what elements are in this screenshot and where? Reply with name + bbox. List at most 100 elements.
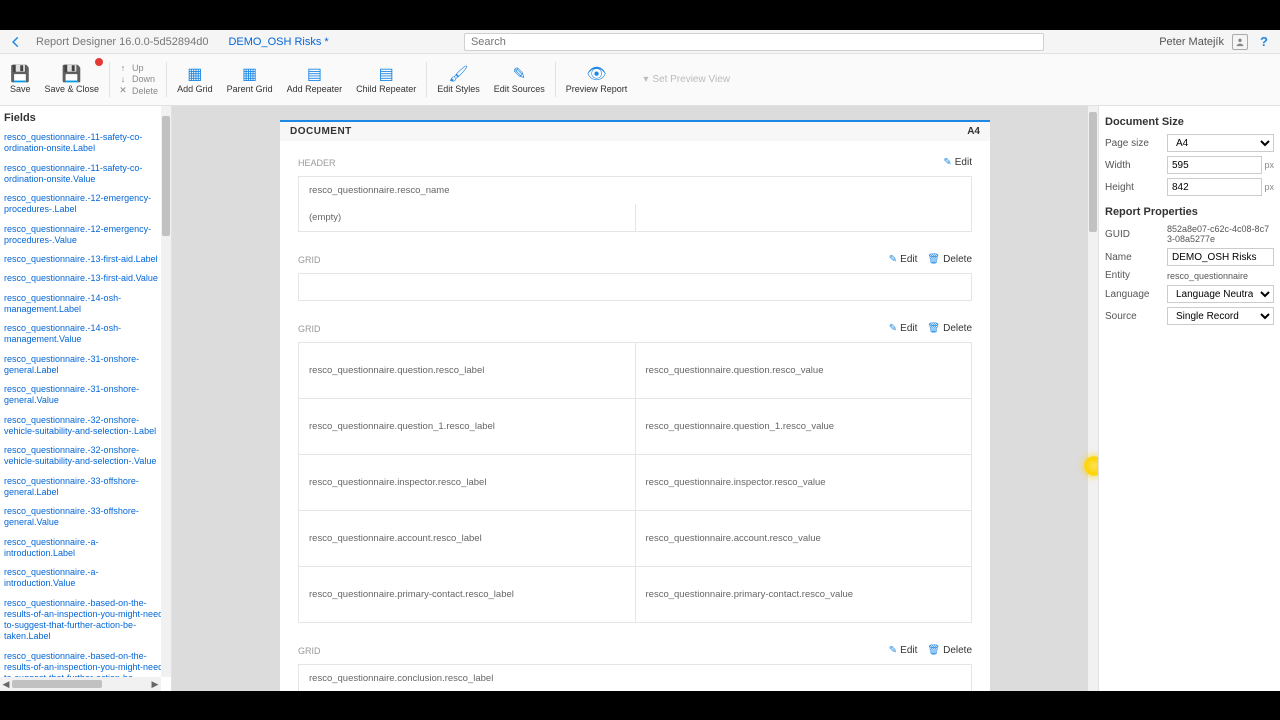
height-input[interactable] (1167, 178, 1262, 196)
grid3-cell[interactable]: resco_questionnaire.conclusion.resco_lab… (299, 665, 971, 691)
section-label-grid1: GRID (298, 255, 321, 265)
field-item[interactable]: resco_questionnaire.-a-introduction.Valu… (4, 563, 167, 594)
language-select[interactable]: Language Neutral (1167, 285, 1274, 303)
trash-icon: 🗑 (927, 323, 940, 334)
report-props-header: Report Properties (1105, 206, 1274, 218)
grid2-cell-value[interactable]: resco_questionnaire.question.resco_value (636, 343, 972, 398)
edit-sources-button[interactable]: ✎ Edit Sources (488, 56, 551, 103)
source-select[interactable]: Single Record (1167, 307, 1274, 325)
field-item[interactable]: resco_questionnaire.-31-onshore-general.… (4, 380, 167, 411)
header-block[interactable]: resco_questionnaire.resco_name (empty) (298, 176, 972, 232)
width-input[interactable] (1167, 156, 1262, 174)
field-item[interactable]: resco_questionnaire.-13-first-aid.Label (4, 250, 167, 269)
fields-panel: Fields resco_questionnaire.-11-safety-co… (0, 106, 172, 691)
field-item[interactable]: resco_questionnaire.-33-offshore-general… (4, 502, 167, 533)
grid1-delete-button[interactable]: 🗑Delete (927, 254, 972, 265)
sources-icon: ✎ (509, 64, 529, 84)
grid2-row[interactable]: resco_questionnaire.account.resco_labelr… (299, 511, 971, 567)
field-item[interactable]: resco_questionnaire.-32-onshore-vehicle-… (4, 411, 167, 442)
trash-icon: 🗑 (927, 645, 940, 656)
grid2-edit-button[interactable]: ✎Edit (889, 323, 918, 334)
fields-header: Fields (0, 106, 171, 128)
scroll-right-icon[interactable]: ▶ (149, 679, 161, 690)
header-name-cell[interactable]: resco_questionnaire.resco_name (299, 177, 971, 204)
field-item[interactable]: resco_questionnaire.-31-onshore-general.… (4, 350, 167, 381)
field-item[interactable]: resco_questionnaire.-32-onshore-vehicle-… (4, 441, 167, 472)
design-canvas[interactable]: DOCUMENT A4 HEADER ✎Edit resco_questionn… (172, 106, 1098, 691)
child-repeater-button[interactable]: ▤ Child Repeater (350, 56, 422, 103)
grid2-row[interactable]: resco_questionnaire.question.resco_label… (299, 343, 971, 399)
document-page: DOCUMENT A4 HEADER ✎Edit resco_questionn… (280, 120, 990, 691)
styles-icon: 🖌 (448, 64, 468, 84)
fields-vertical-scrollbar[interactable] (161, 106, 171, 677)
grid2-row[interactable]: resco_questionnaire.question_1.resco_lab… (299, 399, 971, 455)
grid2-row[interactable]: resco_questionnaire.primary-contact.resc… (299, 567, 971, 622)
fields-list: resco_questionnaire.-11-safety-co-ordina… (0, 128, 171, 691)
grid1-edit-button[interactable]: ✎Edit (889, 254, 918, 265)
save-close-button[interactable]: 💾 Save & Close (39, 56, 106, 103)
grid2-cell-value[interactable]: resco_questionnaire.inspector.resco_valu… (636, 455, 972, 510)
grid2-cell-label[interactable]: resco_questionnaire.question.resco_label (299, 343, 636, 398)
field-item[interactable]: resco_questionnaire.-12-emergency-proced… (4, 189, 167, 220)
user-avatar-icon[interactable] (1232, 34, 1248, 50)
preview-icon: 👁 (587, 64, 607, 84)
field-item[interactable]: resco_questionnaire.-13-first-aid.Value (4, 269, 167, 288)
field-item[interactable]: resco_questionnaire.-based-on-the-result… (4, 594, 167, 647)
add-grid-button[interactable]: ▦ Add Grid (171, 56, 219, 103)
grid2-cell-label[interactable]: resco_questionnaire.account.resco_label (299, 511, 636, 566)
grid2-cell-value[interactable]: resco_questionnaire.account.resco_value (636, 511, 972, 566)
move-up-button: ↑Up (118, 63, 158, 73)
source-label: Source (1105, 311, 1167, 322)
field-item[interactable]: resco_questionnaire.-11-safety-co-ordina… (4, 159, 167, 190)
breadcrumb-app: Report Designer 16.0.0-5d52894d0 (36, 36, 208, 48)
child-repeater-icon: ▤ (376, 64, 396, 84)
field-item[interactable]: resco_questionnaire.-12-emergency-proced… (4, 220, 167, 251)
header-empty-cell[interactable]: (empty) (299, 204, 636, 231)
preview-report-button[interactable]: 👁 Preview Report (560, 56, 634, 103)
grid2-cell-label[interactable]: resco_questionnaire.primary-contact.resc… (299, 567, 636, 622)
properties-panel: Document Size Page size A4 Width px Heig… (1098, 106, 1280, 691)
grid2-cell-value[interactable]: resco_questionnaire.question_1.resco_val… (636, 399, 972, 454)
grid-icon: ▦ (185, 64, 205, 84)
add-repeater-button[interactable]: ▤ Add Repeater (281, 56, 349, 103)
field-item[interactable]: resco_questionnaire.-11-safety-co-ordina… (4, 128, 167, 159)
grid2-cell-label[interactable]: resco_questionnaire.question_1.resco_lab… (299, 399, 636, 454)
title-bar: Report Designer 16.0.0-5d52894d0 DEMO_OS… (0, 30, 1280, 54)
language-label: Language (1105, 289, 1167, 300)
field-item[interactable]: resco_questionnaire.-33-offshore-general… (4, 472, 167, 503)
fields-horizontal-scrollbar[interactable]: ◀ ▶ (0, 677, 161, 691)
header-empty-right[interactable] (636, 204, 972, 231)
help-icon[interactable]: ? (1256, 34, 1272, 50)
field-item[interactable]: resco_questionnaire.-a-introduction.Labe… (4, 533, 167, 564)
page-size-select[interactable]: A4 (1167, 134, 1274, 152)
grid1-block[interactable] (298, 273, 972, 301)
name-input[interactable] (1167, 248, 1274, 266)
field-item[interactable]: resco_questionnaire.-14-osh-management.L… (4, 289, 167, 320)
grid3-block[interactable]: resco_questionnaire.conclusion.resco_lab… (298, 664, 972, 691)
canvas-vertical-scrollbar[interactable] (1088, 106, 1098, 691)
save-button[interactable]: 💾 Save (4, 56, 37, 103)
pencil-icon: ✎ (943, 157, 951, 168)
grid3-delete-button[interactable]: 🗑Delete (927, 645, 972, 656)
edit-styles-button[interactable]: 🖌 Edit Styles (431, 56, 486, 103)
reorder-group: ↑Up ↓Down ✕Delete (114, 56, 162, 103)
grid3-edit-button[interactable]: ✎Edit (889, 645, 918, 656)
field-item[interactable]: resco_questionnaire.-14-osh-management.V… (4, 319, 167, 350)
breadcrumb-doc[interactable]: DEMO_OSH Risks * (228, 36, 328, 48)
guid-label: GUID (1105, 229, 1167, 240)
set-preview-view: ▾ Set Preview View (635, 56, 738, 103)
entity-label: Entity (1105, 270, 1167, 281)
grid2-row[interactable]: resco_questionnaire.inspector.resco_labe… (299, 455, 971, 511)
scroll-left-icon[interactable]: ◀ (0, 679, 12, 690)
grid2-block[interactable]: resco_questionnaire.question.resco_label… (298, 342, 972, 623)
pencil-icon: ✎ (889, 254, 897, 265)
header-edit-button[interactable]: ✎Edit (943, 157, 972, 168)
grid2-cell-value[interactable]: resco_questionnaire.primary-contact.resc… (636, 567, 972, 622)
save-close-icon: 💾 (62, 64, 82, 84)
parent-grid-button[interactable]: ▦ Parent Grid (221, 56, 279, 103)
grid2-cell-label[interactable]: resco_questionnaire.inspector.resco_labe… (299, 455, 636, 510)
search-input[interactable] (464, 33, 1044, 51)
back-button[interactable] (8, 34, 24, 50)
grid2-delete-button[interactable]: 🗑Delete (927, 323, 972, 334)
parent-grid-icon: ▦ (240, 64, 260, 84)
